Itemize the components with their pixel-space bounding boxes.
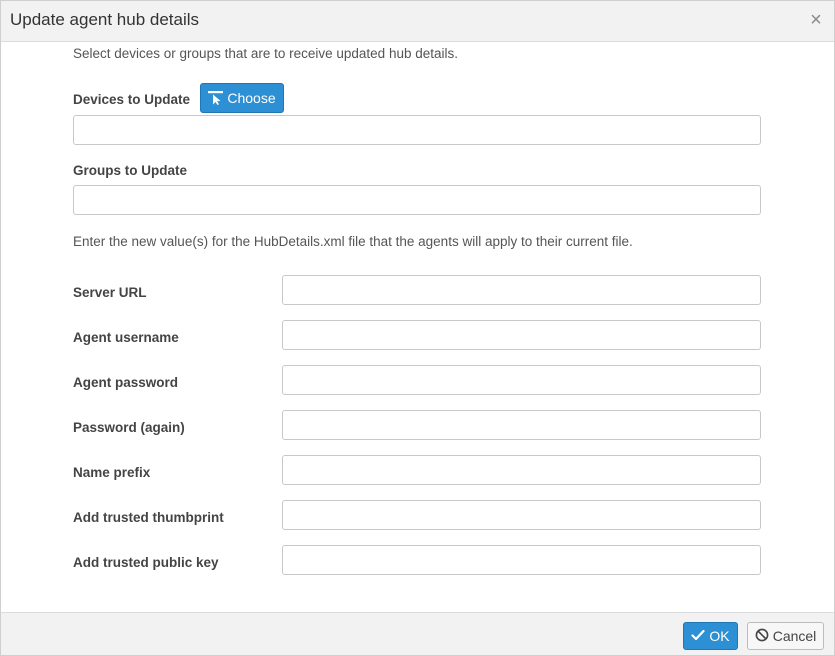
- devices-input[interactable]: [73, 115, 761, 145]
- checkmark-icon: [691, 628, 705, 644]
- trusted-public-key-input[interactable]: [282, 545, 761, 575]
- dialog-header: Update agent hub details ×: [1, 1, 834, 42]
- cancel-button[interactable]: Cancel: [747, 622, 824, 650]
- agent-username-input[interactable]: [282, 320, 761, 350]
- agent-password-input[interactable]: [282, 365, 761, 395]
- password-again-input[interactable]: [282, 410, 761, 440]
- trusted-thumbprint-input[interactable]: [282, 500, 761, 530]
- trusted-public-key-label: Add trusted public key: [73, 555, 219, 570]
- choose-button[interactable]: Choose: [200, 83, 284, 113]
- trusted-thumbprint-label: Add trusted thumbprint: [73, 510, 224, 525]
- choose-button-label: Choose: [227, 90, 276, 106]
- server-url-input[interactable]: [282, 275, 761, 305]
- ok-button-label: OK: [709, 628, 730, 644]
- name-prefix-label: Name prefix: [73, 465, 151, 480]
- cancel-button-label: Cancel: [772, 628, 817, 644]
- ok-button[interactable]: OK: [683, 622, 738, 650]
- devices-label: Devices to Update: [73, 92, 191, 107]
- pointer-select-icon: [208, 91, 224, 105]
- name-prefix-input[interactable]: [282, 455, 761, 485]
- description-text: Enter the new value(s) for the HubDetail…: [73, 234, 633, 249]
- intro-text: Select devices or groups that are to rec…: [73, 46, 458, 61]
- groups-input[interactable]: [73, 185, 761, 215]
- close-icon[interactable]: ×: [808, 10, 824, 30]
- dialog-footer: OK Cancel: [1, 612, 834, 655]
- password-again-label: Password (again): [73, 420, 185, 435]
- groups-label: Groups to Update: [73, 163, 187, 178]
- ban-icon: [755, 628, 769, 645]
- update-hub-dialog: Update agent hub details × Select device…: [0, 0, 835, 656]
- dialog-title: Update agent hub details: [10, 10, 200, 29]
- agent-password-label: Agent password: [73, 375, 179, 390]
- agent-username-label: Agent username: [73, 330, 179, 345]
- server-url-label: Server URL: [73, 285, 147, 300]
